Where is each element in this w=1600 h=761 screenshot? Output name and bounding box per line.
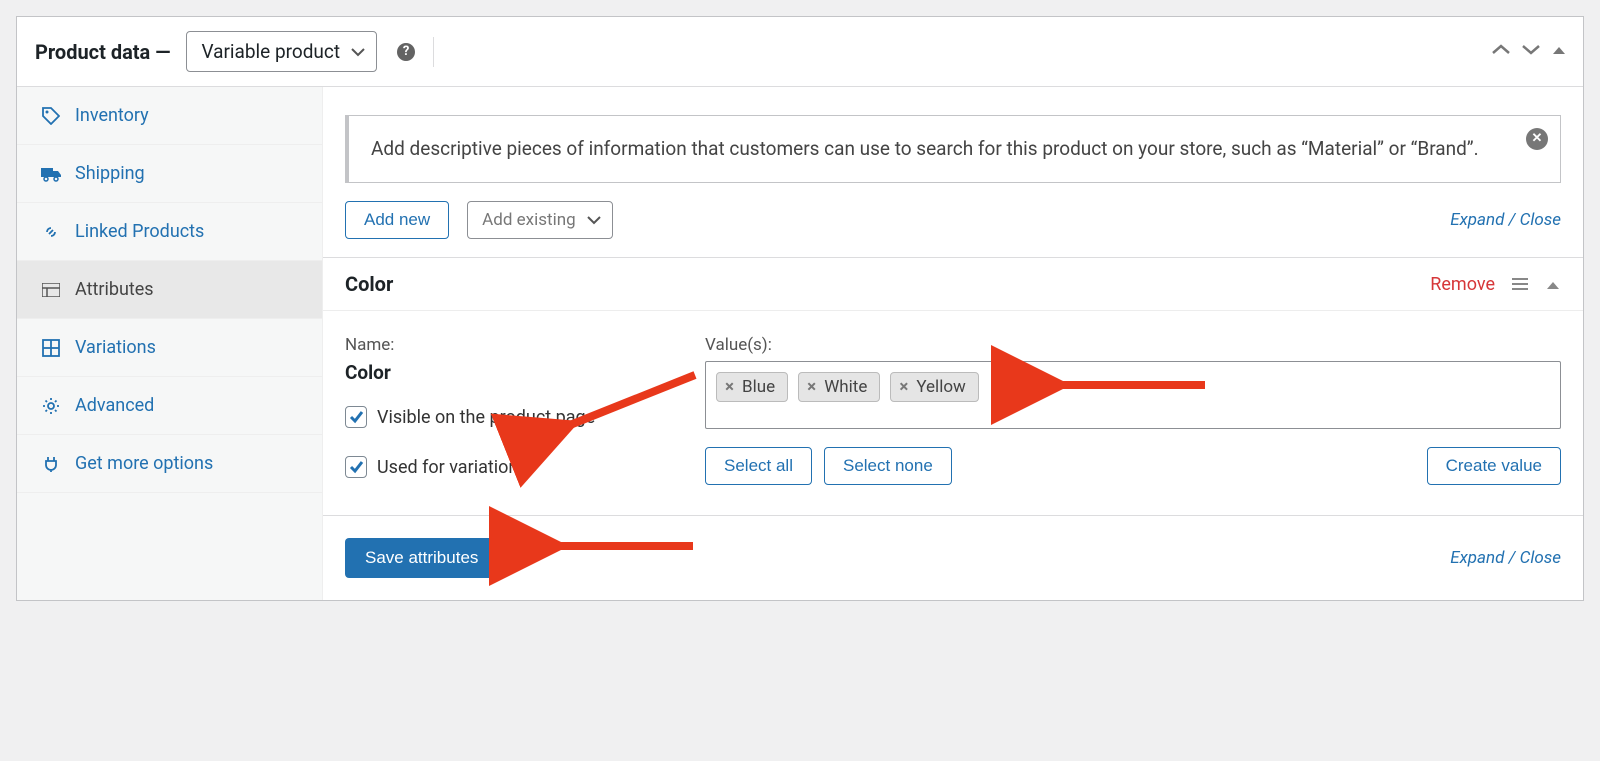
collapse-attribute-icon[interactable] xyxy=(1545,272,1561,296)
tabs-sidebar: Inventory Shipping Linked Products Attri… xyxy=(17,87,323,600)
tag-icon xyxy=(41,106,61,126)
gear-icon xyxy=(41,396,61,416)
remove-attribute-link[interactable]: Remove xyxy=(1430,274,1495,295)
remove-tag-icon[interactable]: × xyxy=(725,377,738,397)
product-data-panel: Product data — Variable product ? Invent… xyxy=(16,16,1584,601)
tab-label: Shipping xyxy=(75,163,145,184)
expand-link[interactable]: Expand xyxy=(1450,210,1504,230)
tab-label: Variations xyxy=(75,337,156,358)
attribute-header[interactable]: Color Remove xyxy=(323,258,1583,311)
attribute-title: Color xyxy=(345,272,393,296)
attribute-block: Color Remove Name: Color xyxy=(323,257,1583,515)
used-variations-checkbox[interactable] xyxy=(345,456,367,478)
product-type-select[interactable]: Variable product xyxy=(186,31,377,72)
annotation-arrow-icon xyxy=(545,367,705,451)
panel-toggle-icon[interactable] xyxy=(1551,41,1567,62)
expand-close-links-footer: Expand / Close xyxy=(1450,548,1561,568)
tab-label: Advanced xyxy=(75,395,154,416)
close-link[interactable]: Close xyxy=(1520,210,1561,230)
vertical-divider xyxy=(433,37,434,67)
product-type-value: Variable product xyxy=(201,40,340,63)
add-existing-select[interactable]: Add existing xyxy=(467,201,612,239)
select-none-button[interactable]: Select none xyxy=(824,447,952,485)
add-new-button[interactable]: Add new xyxy=(345,201,449,239)
attributes-toolbar: Add new Add existing Expand / Close xyxy=(345,201,1561,239)
remove-tag-icon[interactable]: × xyxy=(899,377,912,397)
annotation-arrow-icon xyxy=(1035,365,1215,409)
attribute-right-col: Value(s): ×Blue ×White ×Yellow Select al… xyxy=(705,335,1561,485)
annotation-arrow-icon xyxy=(533,526,703,570)
tab-get-more-options[interactable]: Get more options xyxy=(17,435,322,493)
panel-up-icon[interactable] xyxy=(1491,41,1511,62)
attribute-left-col: Name: Color Visible on the product page xyxy=(345,335,665,485)
save-attributes-button[interactable]: Save attributes xyxy=(345,538,498,578)
select-all-button[interactable]: Select all xyxy=(705,447,812,485)
tab-label: Get more options xyxy=(75,453,213,474)
link-icon xyxy=(41,222,61,242)
tab-label: Linked Products xyxy=(75,221,204,242)
truck-icon xyxy=(41,164,61,184)
panel-title: Product data — xyxy=(35,40,170,64)
info-notice: Add descriptive pieces of information th… xyxy=(345,115,1561,183)
grid-icon xyxy=(41,338,61,358)
help-icon[interactable]: ? xyxy=(397,43,415,61)
tab-attributes[interactable]: Attributes xyxy=(17,261,322,319)
value-tag: ×Yellow xyxy=(890,372,978,402)
add-existing-placeholder: Add existing xyxy=(482,210,575,230)
tab-label: Attributes xyxy=(75,279,154,300)
used-checkbox-row: Used for variations xyxy=(345,456,665,478)
attributes-footer: Save attributes Expand / Close xyxy=(323,515,1583,600)
expand-close-links: Expand / Close xyxy=(1450,210,1561,230)
values-button-row: Select all Select none Create value xyxy=(705,447,1561,485)
panel-down-icon[interactable] xyxy=(1521,41,1541,62)
used-label: Used for variations xyxy=(377,457,528,478)
tab-variations[interactable]: Variations xyxy=(17,319,322,377)
remove-tag-icon[interactable]: × xyxy=(807,377,820,397)
value-tag: ×White xyxy=(798,372,880,402)
tag-text: Yellow xyxy=(916,377,965,397)
info-text: Add descriptive pieces of information th… xyxy=(371,137,1479,160)
drag-handle-icon[interactable] xyxy=(1511,272,1529,296)
visible-checkbox[interactable] xyxy=(345,406,367,428)
tab-linked-products[interactable]: Linked Products xyxy=(17,203,322,261)
value-tag: ×Blue xyxy=(716,372,788,402)
expand-link[interactable]: Expand xyxy=(1450,548,1504,568)
main-content: Add descriptive pieces of information th… xyxy=(323,87,1583,600)
tab-inventory[interactable]: Inventory xyxy=(17,87,322,145)
create-value-button[interactable]: Create value xyxy=(1427,447,1561,485)
tag-text: White xyxy=(824,377,867,397)
attribute-body: Name: Color Visible on the product page xyxy=(323,311,1583,515)
list-icon xyxy=(41,280,61,300)
tag-text: Blue xyxy=(742,377,775,397)
close-link[interactable]: Close xyxy=(1520,548,1561,568)
tab-label: Inventory xyxy=(75,105,149,126)
panel-header: Product data — Variable product ? xyxy=(17,17,1583,87)
name-label: Name: xyxy=(345,335,665,355)
dismiss-notice-icon[interactable]: ✕ xyxy=(1526,128,1548,150)
tab-advanced[interactable]: Advanced xyxy=(17,377,322,435)
panel-header-controls xyxy=(1491,41,1567,62)
plug-icon xyxy=(41,454,61,474)
tab-shipping[interactable]: Shipping xyxy=(17,145,322,203)
values-label: Value(s): xyxy=(705,335,1561,355)
